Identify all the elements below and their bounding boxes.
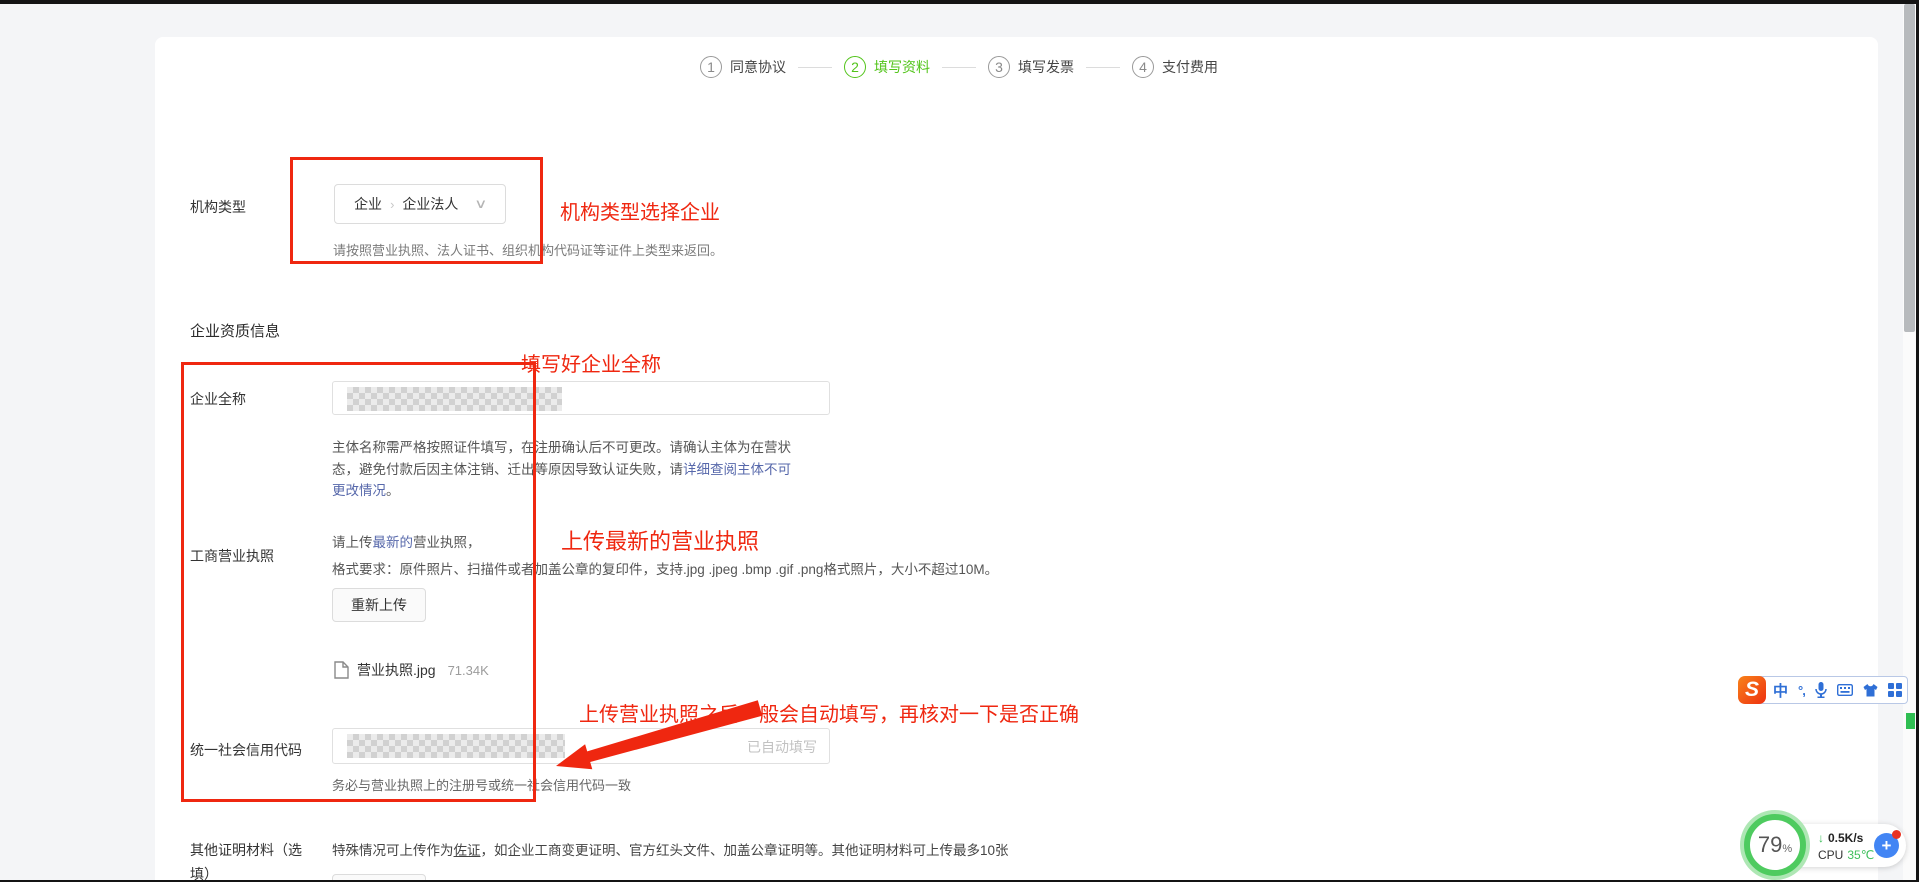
- step-label: 填写发票: [1018, 57, 1074, 77]
- annotation-org-type: 机构类型选择企业: [560, 196, 720, 225]
- step-fill-info: 2 填写资料: [844, 56, 930, 78]
- page: 1 同意协议 2 填写资料 3 填写发票 4 支付费用 机构类型 企业 › 企业…: [0, 0, 1919, 882]
- red-highlight-box-form-fields: [181, 362, 536, 802]
- microphone-icon[interactable]: [1815, 682, 1827, 698]
- step-number: 4: [1132, 56, 1154, 78]
- download-arrow-icon: ↓: [1818, 831, 1824, 845]
- step-connector: [798, 67, 832, 68]
- memory-percent-value: 79: [1758, 820, 1782, 870]
- green-indicator: [1906, 713, 1915, 729]
- step-wizard: 1 同意协议 2 填写资料 3 填写发票 4 支付费用: [700, 56, 1218, 78]
- org-type-label: 机构类型: [190, 197, 246, 217]
- step-connector: [1086, 67, 1120, 68]
- cpu-temperature-value: 35℃: [1847, 848, 1874, 862]
- help-text: 特殊情况可上传作为: [332, 843, 454, 858]
- other-materials-help: 特殊情况可上传作为佐证，如企业工商变更证明、官方红头文件、加盖公章证明等。其他证…: [332, 839, 1009, 859]
- top-edge-strip: [0, 0, 1919, 4]
- toolbox-grid-icon[interactable]: [1888, 683, 1902, 697]
- performance-stats: ↓ 0.5K/s CPU 35℃: [1818, 829, 1874, 863]
- chinese-mode-icon[interactable]: 中: [1773, 680, 1788, 701]
- red-arrow-annotation: [548, 700, 768, 780]
- other-materials-label: 其他证明材料（选填）: [190, 838, 310, 882]
- notification-red-dot: [1892, 830, 1901, 839]
- annotation-company-name: 填写好企业全称: [521, 348, 661, 377]
- punctuation-icon[interactable]: °,: [1798, 683, 1805, 698]
- step-number: 3: [988, 56, 1010, 78]
- step-fill-invoice: 3 填写发票: [988, 56, 1074, 78]
- scrollbar-track[interactable]: [1903, 0, 1916, 882]
- step-connector: [942, 67, 976, 68]
- cpu-label: CPU: [1818, 848, 1843, 862]
- sogou-logo-icon[interactable]: S: [1738, 676, 1766, 704]
- step-label: 支付费用: [1162, 57, 1218, 77]
- step-agree-protocol: 1 同意协议: [700, 56, 786, 78]
- ime-toolbar[interactable]: 中 °,: [1756, 676, 1908, 704]
- network-speed-value: 0.5K/s: [1828, 831, 1863, 845]
- step-label: 同意协议: [730, 57, 786, 77]
- step-label: 填写资料: [874, 57, 930, 77]
- step-number: 2: [844, 56, 866, 78]
- step-number: 1: [700, 56, 722, 78]
- annotation-license: 上传最新的营业执照: [561, 524, 759, 556]
- help-text: ，如企业工商变更证明、官方红头文件、加盖公章证明等。其他证明材料可上传最多10张: [481, 843, 1009, 858]
- red-highlight-box-org-type: [290, 157, 543, 264]
- memory-percent-unit: %: [1782, 843, 1792, 855]
- memory-percent-ring[interactable]: 79 %: [1744, 814, 1806, 876]
- scrollbar-thumb[interactable]: [1904, 4, 1915, 332]
- skin-shirt-icon[interactable]: [1863, 684, 1878, 697]
- step-pay-fee: 4 支付费用: [1132, 56, 1218, 78]
- section-title-qualification: 企业资质信息: [190, 320, 280, 341]
- soft-keyboard-icon[interactable]: [1837, 684, 1853, 696]
- evidence-underlined-text: 佐证: [454, 843, 481, 858]
